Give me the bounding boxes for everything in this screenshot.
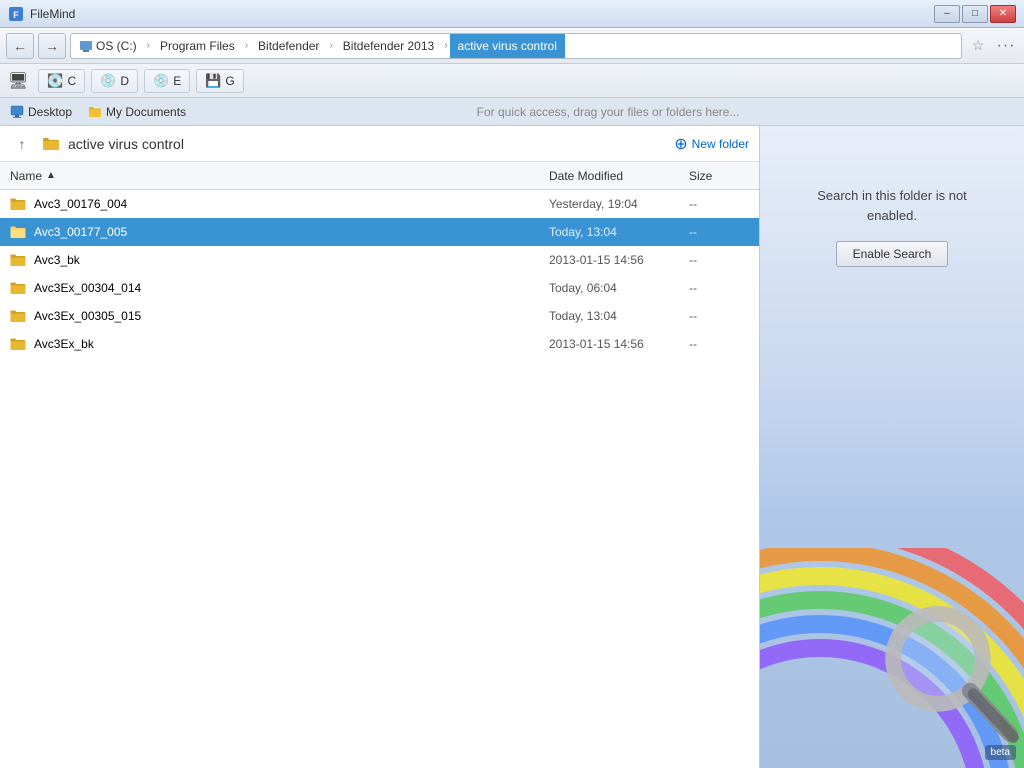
drive-c-icon: 💽 [47,73,63,89]
file-size: -- [689,309,749,323]
file-size: -- [689,337,749,351]
breadcrumb-active-virus-control[interactable]: active virus control [450,34,565,58]
folder-name: active virus control [68,136,666,152]
folder-icon [10,281,26,295]
breadcrumb-program-files[interactable]: Program Files [152,34,243,58]
file-modified: 2013-01-15 14:56 [549,337,689,351]
column-headers: Name ▲ Date Modified Size [0,162,759,190]
file-name: Avc3_bk [34,253,549,267]
back-button[interactable]: ← [6,33,34,59]
folder-icon [88,105,102,119]
table-row[interactable]: Avc3Ex_bk 2013-01-15 14:56 -- [0,330,759,358]
col-size-header[interactable]: Size [689,169,749,183]
breadcrumb-os-c[interactable]: OS (C:) [71,34,145,58]
folder-icon [10,197,26,211]
folder-icon [10,225,26,239]
quick-access-bar: Desktop My Documents For quick access, d… [0,98,1024,126]
enable-search-button[interactable]: Enable Search [836,241,949,267]
computer-icon[interactable]: 🖥 [8,71,28,91]
forward-button[interactable]: → [38,33,66,59]
right-pane: Search in this folder is notenabled. Ena… [760,126,1024,768]
nav-bar: ← → OS (C:) › Program Files › Bitdefende… [0,28,1024,64]
quick-desktop-label: Desktop [28,105,72,119]
file-modified: Today, 06:04 [549,281,689,295]
main-area: ↑ active virus control ⊕ New folder Name… [0,126,1024,768]
breadcrumb-bitdefender-2013[interactable]: Bitdefender 2013 [335,34,442,58]
folder-icon [10,253,26,267]
file-name: Avc3Ex_00304_014 [34,281,549,295]
sort-arrow-icon: ▲ [46,170,56,181]
table-row[interactable]: Avc3_00177_005 Today, 13:04 -- [0,218,759,246]
table-row[interactable]: Avc3_00176_004 Yesterday, 19:04 -- [0,190,759,218]
more-options-icon[interactable]: ··· [994,33,1018,59]
file-size: -- [689,281,749,295]
window-controls: – □ ✕ [934,5,1016,23]
drive-d-label: D [120,74,129,88]
file-list: Avc3_00176_004 Yesterday, 19:04 -- Avc3_… [0,190,759,768]
sep-4: › [442,40,449,51]
plus-icon: ⊕ [674,134,687,154]
sep-1: › [145,40,152,51]
beta-badge: beta [985,745,1016,760]
file-name: Avc3Ex_00305_015 [34,309,549,323]
file-modified: Today, 13:04 [549,309,689,323]
drive-g-label: G [225,74,234,88]
folder-icon [10,309,26,323]
drive-c-label: C [68,74,77,88]
file-pane: ↑ active virus control ⊕ New folder Name… [0,126,760,768]
bookmark-icon[interactable]: ☆ [966,33,990,59]
table-row[interactable]: Avc3Ex_00304_014 Today, 06:04 -- [0,274,759,302]
folder-header: ↑ active virus control ⊕ New folder [0,126,759,162]
quick-desktop[interactable]: Desktop [10,105,72,119]
folder-icon [10,337,26,351]
drive-g[interactable]: 💾 G [196,69,244,93]
sep-3: › [327,40,334,51]
maximize-button[interactable]: □ [962,5,988,23]
file-name: Avc3Ex_bk [34,337,549,351]
svg-text:F: F [13,10,19,20]
file-size: -- [689,253,749,267]
folder-header-icon [42,135,60,153]
breadcrumb-bar: OS (C:) › Program Files › Bitdefender › … [70,33,962,59]
drive-e-label: E [173,74,181,88]
file-modified: 2013-01-15 14:56 [549,253,689,267]
sep-2: › [243,40,250,51]
close-button[interactable]: ✕ [990,5,1016,23]
drive-bar: 🖥 💽 C 💿 D 💿 E 💾 G [0,64,1024,98]
file-modified: Yesterday, 19:04 [549,197,689,211]
drive-d[interactable]: 💿 D [91,69,138,93]
app-icon: F [8,6,24,22]
title-bar: F FileMind – □ ✕ [0,0,1024,28]
col-name-header[interactable]: Name ▲ [10,169,549,183]
drive-d-icon: 💿 [100,73,116,89]
drive-e[interactable]: 💿 E [144,69,190,93]
search-disabled-message: Search in this folder is notenabled. [817,186,967,225]
quick-placeholder: For quick access, drag your files or fol… [202,105,1014,119]
col-modified-header[interactable]: Date Modified [549,169,689,183]
quick-my-documents-label: My Documents [106,105,186,119]
magnifier-icon [874,598,1024,758]
drive-g-icon: 💾 [205,73,221,89]
table-row[interactable]: Avc3_bk 2013-01-15 14:56 -- [0,246,759,274]
file-name: Avc3_00176_004 [34,197,549,211]
minimize-button[interactable]: – [934,5,960,23]
up-button[interactable]: ↑ [10,132,34,156]
app-title: FileMind [30,7,934,21]
table-row[interactable]: Avc3Ex_00305_015 Today, 13:04 -- [0,302,759,330]
file-name: Avc3_00177_005 [34,225,549,239]
breadcrumb-bitdefender[interactable]: Bitdefender [250,34,327,58]
desktop-icon [10,105,24,119]
drive-e-icon: 💿 [153,73,169,89]
drive-c[interactable]: 💽 C [38,69,85,93]
quick-my-documents[interactable]: My Documents [88,105,186,119]
new-folder-button[interactable]: ⊕ New folder [674,134,749,154]
file-size: -- [689,197,749,211]
file-size: -- [689,225,749,239]
file-modified: Today, 13:04 [549,225,689,239]
